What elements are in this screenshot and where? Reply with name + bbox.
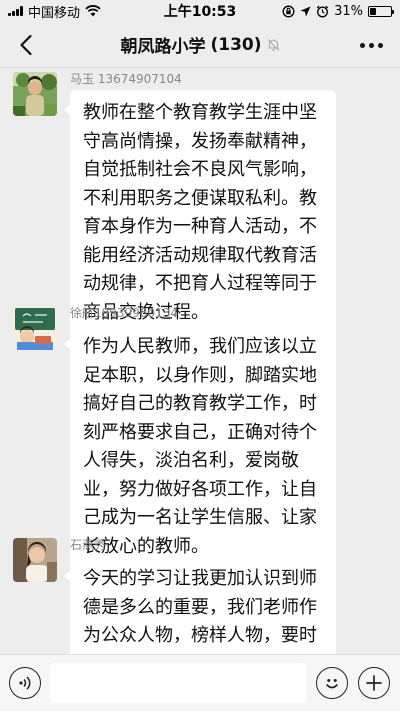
sender-name: 马玉 13674907104 (70, 72, 182, 86)
message-bubble[interactable]: 教师在整个教育教学生涯中坚守高尚情操，发扬奉献精神，自觉抵制社会不良风气影响，不… (64, 90, 336, 337)
signal-icon (8, 6, 23, 16)
sender-name: 徐航19939960134 (70, 306, 178, 320)
message-list[interactable]: 马玉 13674907104 教师在整个教育教学生涯中坚守高尚情操，发扬奉献精神… (0, 68, 400, 654)
sender-name: 石燕秀 (70, 538, 107, 552)
wifi-icon (85, 5, 101, 17)
location-icon (300, 6, 311, 16)
member-count: (130) (210, 34, 262, 55)
emoji-button[interactable] (316, 667, 348, 699)
carrier-label: 中国移动 (28, 5, 81, 21)
message-bubble[interactable]: 作为人民教师，我们应该以立足本职，以身作则，脚踏实地搞好自己的教育教学工作，时刻… (64, 324, 336, 571)
voice-icon (19, 676, 31, 690)
status-bar: 中国移动 上午10:53 31% (0, 0, 400, 22)
emoji-icon (326, 679, 338, 689)
more-icon (359, 42, 383, 48)
avatar-person-photo-icon (13, 538, 57, 582)
mute-bell-icon (267, 38, 279, 51)
message-input[interactable] (50, 663, 306, 703)
avatar-cartoon-blackboard-icon (13, 306, 57, 350)
avatar[interactable] (13, 538, 57, 582)
avatar[interactable] (13, 306, 57, 350)
plus-button[interactable] (358, 667, 390, 699)
back-icon (20, 34, 32, 56)
voice-button[interactable] (9, 667, 41, 699)
alarm-icon (316, 5, 329, 17)
status-left: 中国移动 (8, 2, 101, 21)
message-bubble[interactable]: 今天的学习让我更加认识到师德是多么的重要，我们老师作为公众人物，榜样人物，要时刻… (64, 556, 336, 654)
avatar-person-outdoor-icon (13, 72, 57, 116)
battery-icon (368, 5, 394, 17)
battery-level (370, 7, 377, 15)
more-button[interactable] (356, 31, 386, 59)
chat-title: 朝凤路小学 (130) (120, 32, 279, 57)
status-right: 31% (282, 3, 394, 19)
back-button[interactable] (12, 31, 40, 59)
group-name: 朝凤路小学 (120, 37, 206, 57)
plus-icon (366, 675, 382, 691)
orientation-lock-icon (282, 5, 295, 17)
battery-percent: 31% (334, 3, 363, 19)
input-bar (0, 654, 400, 711)
chat-header: 朝凤路小学 (130) (0, 22, 400, 68)
avatar[interactable] (13, 72, 57, 116)
